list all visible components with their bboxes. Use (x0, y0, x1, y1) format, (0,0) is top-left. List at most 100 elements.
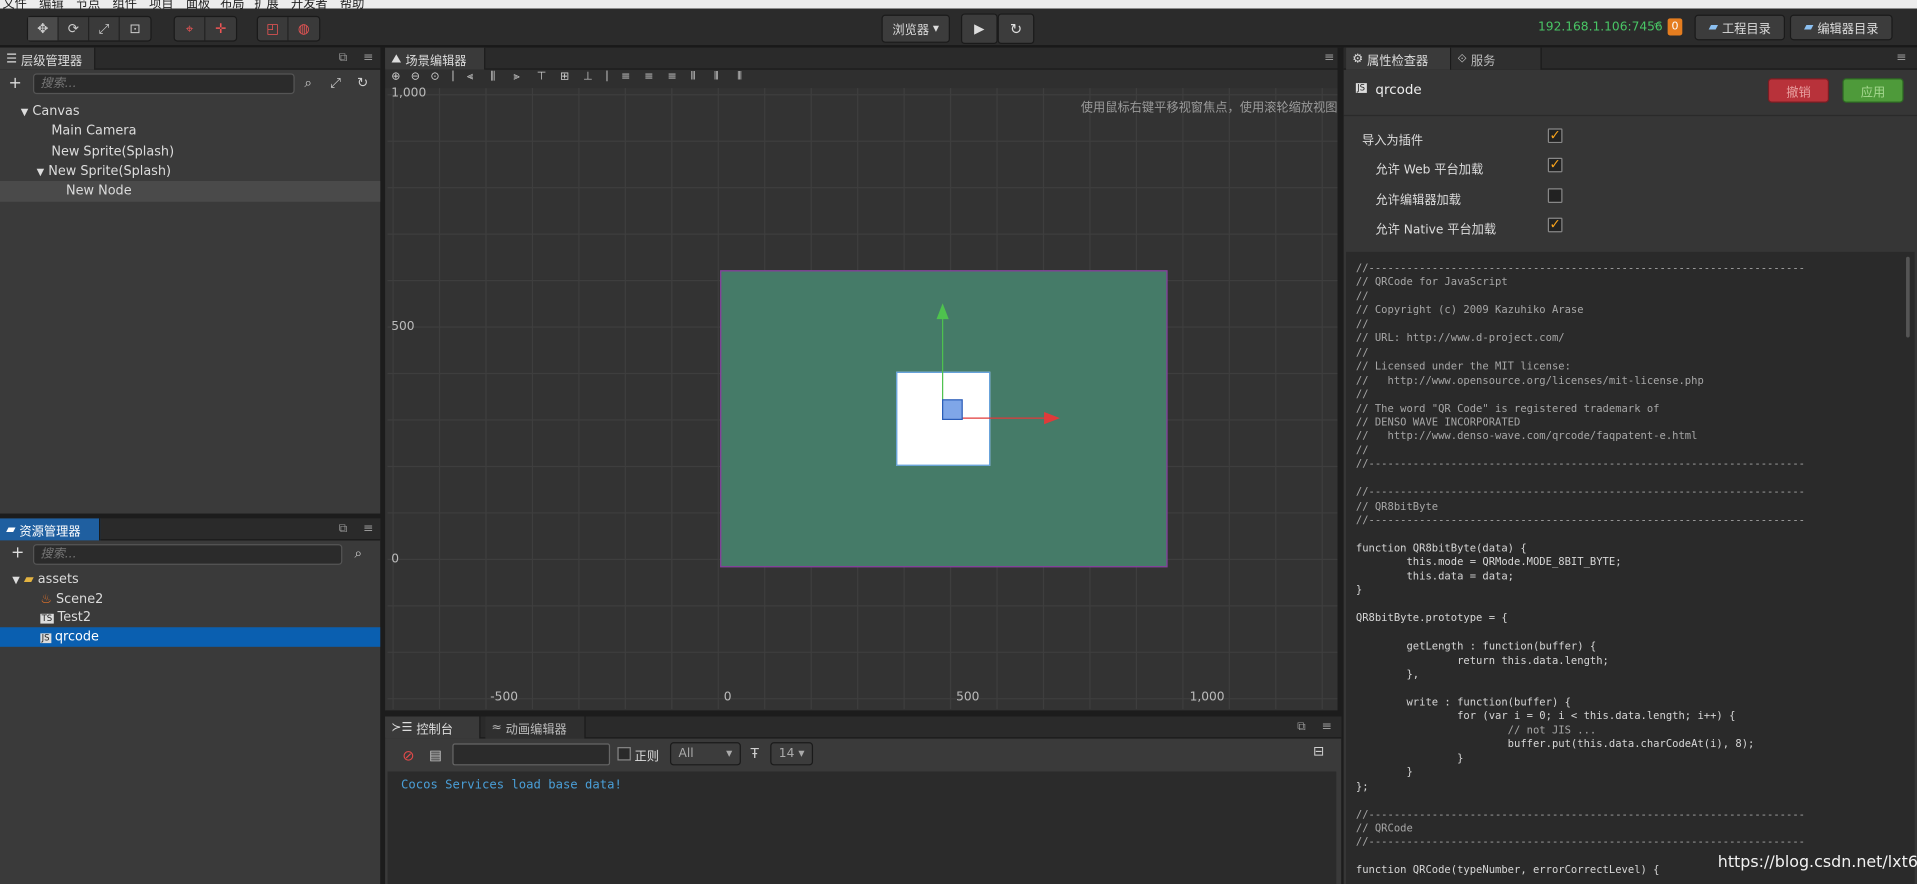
pivot-icon[interactable]: ⌖ (175, 17, 206, 41)
tab-services[interactable]: ⟐ 服务 (1451, 47, 1542, 70)
menu-panel[interactable]: 面板 (186, 0, 210, 9)
menu-component[interactable]: 组件 (112, 0, 136, 9)
search-icon[interactable]: ⌕ (304, 75, 312, 92)
align-bottom-icon[interactable]: ⊥ (583, 71, 593, 83)
gizmo-center-handle[interactable] (942, 399, 963, 420)
apply-button[interactable]: 应用 (1842, 78, 1904, 103)
distribute-top-icon[interactable]: ≡ (621, 71, 630, 83)
assets-search-input[interactable]: 搜索... (33, 544, 343, 565)
notification-badge[interactable]: 0 (1667, 18, 1683, 36)
expand-arrow-icon[interactable]: ▼ (21, 106, 29, 117)
distribute-vcenter-icon[interactable]: ≡ (644, 71, 653, 83)
popout-icon[interactable]: ⧉ (339, 51, 348, 64)
move-gizmo[interactable] (929, 300, 1063, 428)
play-button[interactable]: ▶ (960, 13, 998, 45)
editor-dir-button[interactable]: ▰ 编辑器目录 (1789, 14, 1893, 41)
clear-icon[interactable]: ⊘ (402, 747, 414, 764)
tab-animation-editor[interactable]: ≈ 动画编辑器 (485, 716, 586, 739)
zoom-in-icon[interactable]: ⊕ (391, 71, 400, 83)
asset-test2[interactable]: TS Test2 (40, 609, 91, 629)
hierarchy-search-input[interactable]: 搜索... (33, 73, 295, 95)
add-node-icon[interactable]: + (9, 75, 22, 93)
gizmo-tools: ⌖ ✛ (173, 15, 238, 42)
code-line: return this.data.length; (1355, 654, 1609, 668)
tab-assets[interactable]: ▰ 资源管理器 (0, 518, 101, 541)
align-vcenter-icon[interactable]: ⊞ (560, 71, 569, 83)
project-dir-button[interactable]: ▰ 工程目录 (1694, 14, 1785, 41)
search-icon[interactable]: ⌕ (355, 545, 363, 562)
revert-button[interactable]: 撤销 (1767, 78, 1830, 103)
expand-arrow-icon[interactable]: ▼ (12, 575, 20, 586)
code-scrollbar[interactable] (1906, 256, 1910, 338)
align-right-icon[interactable]: ⫸ (513, 71, 519, 83)
distribute-bottom-icon[interactable]: ≡ (668, 71, 677, 83)
align-top-icon[interactable]: ⊤ (537, 71, 547, 83)
tree-node-new-node[interactable]: New Node (0, 180, 381, 202)
collapse-icon[interactable]: ⊟ (1313, 743, 1324, 759)
asset-folder-assets[interactable]: ▼ ▰ assets (0, 571, 78, 589)
menu-layout[interactable]: 布局 (220, 0, 244, 9)
align-hcenter-icon[interactable]: ⫼ (490, 71, 495, 83)
zoom-out-icon[interactable]: ⊖ (411, 71, 420, 83)
menu-help[interactable]: 帮助 (340, 0, 364, 9)
tab-inspector[interactable]: ⚙ 属性检查器 (1346, 47, 1452, 70)
log-level-select[interactable]: All ▾ (669, 742, 741, 766)
code-line: // The word "QR Code" is registered trad… (1355, 402, 1660, 416)
panel-menu-icon[interactable]: ≡ (1322, 720, 1332, 733)
3d-view-icon[interactable]: ◍ (289, 17, 320, 40)
y-axis-label: 500 (391, 320, 415, 334)
tree-node-sprite-1[interactable]: New Sprite(Splash) (51, 142, 174, 162)
panel-menu-icon[interactable]: ≡ (363, 51, 373, 64)
view-tools: ◰ ◍ (256, 15, 321, 42)
move-tool-icon[interactable]: ✥ (28, 17, 59, 41)
rotate-tool-icon[interactable]: ⟳ (59, 17, 90, 41)
refresh-button[interactable]: ↻ (997, 13, 1035, 45)
panel-menu-icon[interactable]: ≡ (363, 522, 373, 535)
asset-scene2[interactable]: ♨ Scene2 (40, 591, 103, 609)
tab-console[interactable]: ≻☰ 控制台 (385, 716, 481, 739)
menu-project[interactable]: 项目 (149, 0, 173, 9)
import-as-plugin-checkbox[interactable]: ✓ (1547, 128, 1563, 144)
log-file-icon[interactable]: ▤ (429, 747, 442, 763)
menu-edit[interactable]: 编辑 (39, 0, 63, 9)
font-size-select[interactable]: 14 ▾ (770, 742, 814, 766)
panel-menu-icon[interactable]: ≡ (1324, 51, 1334, 64)
regex-checkbox[interactable] (617, 747, 631, 761)
console-filter-input[interactable] (452, 743, 611, 766)
load-editor-checkbox[interactable] (1547, 188, 1563, 203)
tree-node-canvas[interactable]: ▼ Canvas (0, 101, 380, 121)
preview-platform-select[interactable]: 浏览器 ▾ (881, 14, 950, 43)
distribute-left-icon[interactable]: ⫴ (691, 71, 696, 83)
expand-icon[interactable]: ⤢ (330, 75, 341, 92)
popout-icon[interactable]: ⧉ (1297, 720, 1306, 733)
popout-icon[interactable]: ⧉ (339, 522, 348, 535)
distribute-hcenter-icon[interactable]: ⫴ (714, 71, 719, 83)
ip-address[interactable]: 192.168.1.106:7456 (1538, 21, 1663, 34)
tab-hierarchy[interactable]: ☰ 层级管理器 (0, 47, 96, 70)
menu-extension[interactable]: 扩展 (254, 0, 278, 9)
tab-scene-editor[interactable]: ⛰ 场景编辑器 (385, 47, 486, 70)
load-native-checkbox[interactable]: ✓ (1547, 218, 1563, 233)
menu-file[interactable]: 文件 (2, 0, 26, 9)
regex-label: 正则 (634, 750, 659, 765)
gizmo-y-arrow[interactable] (936, 303, 949, 320)
tree-node-main-camera[interactable]: Main Camera (51, 121, 136, 141)
asset-qrcode[interactable]: JS qrcode (0, 627, 381, 647)
zoom-reset-icon[interactable]: ⊙ (430, 71, 439, 83)
distribute-right-icon[interactable]: ⫴ (737, 71, 742, 83)
local-icon[interactable]: ✛ (205, 17, 236, 40)
align-left-icon[interactable]: ⫷ (467, 71, 473, 83)
2d-view-icon[interactable]: ◰ (258, 17, 289, 41)
load-web-checkbox[interactable]: ✓ (1547, 158, 1563, 173)
scale-tool-icon[interactable]: ⤢ (89, 17, 120, 41)
rect-tool-icon[interactable]: ⊡ (120, 17, 151, 40)
refresh-icon[interactable]: ↻ (357, 75, 368, 91)
wifi-icon: ⌔ (1651, 20, 1664, 35)
menu-node[interactable]: 节点 (76, 0, 100, 9)
menu-developer[interactable]: 开发者 (291, 0, 328, 9)
add-asset-icon[interactable]: + (11, 544, 24, 562)
tree-node-sprite-2[interactable]: ▼ New Sprite(Splash) (0, 161, 380, 182)
expand-arrow-icon[interactable]: ▼ (37, 166, 45, 177)
panel-menu-icon[interactable]: ≡ (1896, 51, 1906, 64)
gizmo-x-arrow[interactable] (1044, 412, 1060, 425)
